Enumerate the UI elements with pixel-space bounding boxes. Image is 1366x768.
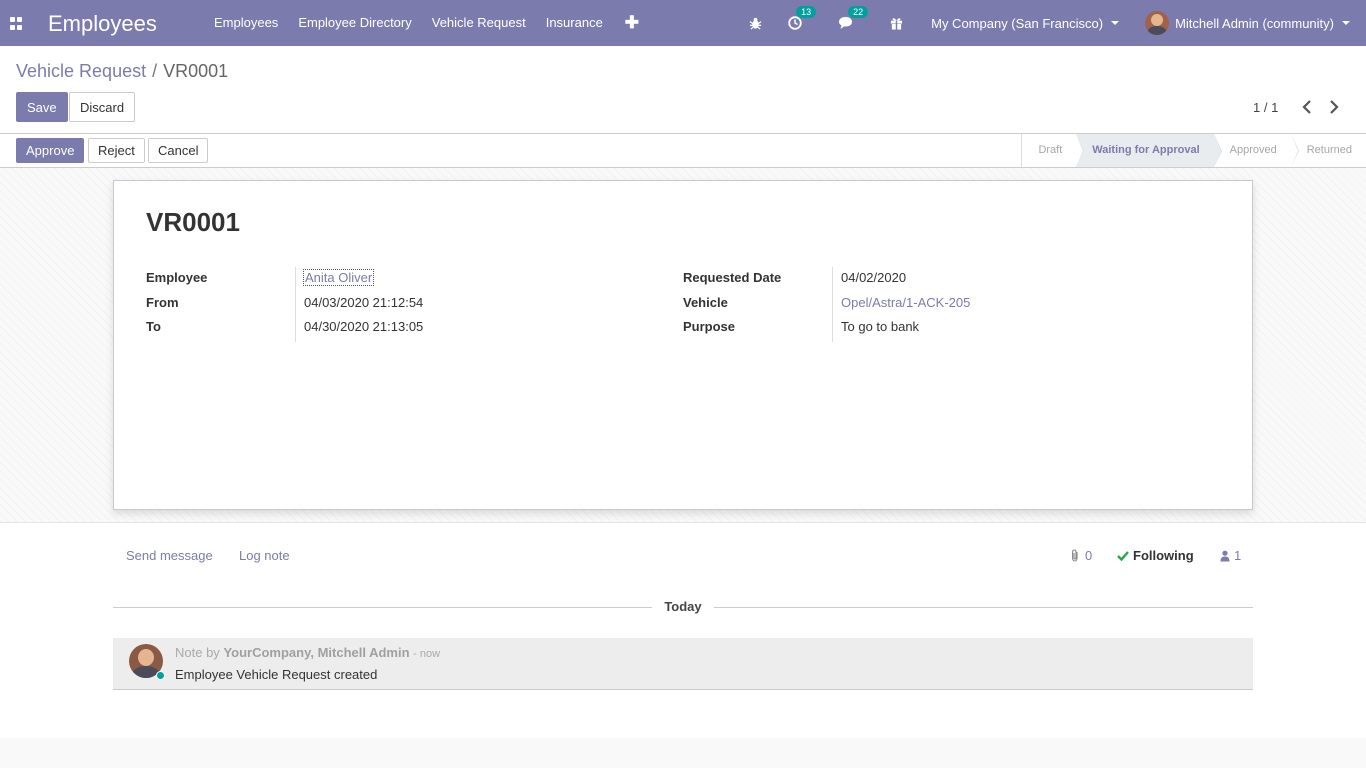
- breadcrumb: Vehicle Request / VR0001: [16, 61, 228, 82]
- cancel-button[interactable]: Cancel: [148, 138, 209, 163]
- apps-grid-icon[interactable]: [10, 17, 23, 30]
- footer-strip: [0, 738, 1366, 768]
- stage-approved[interactable]: Approved: [1214, 134, 1299, 167]
- chatter-message: Note by YourCompany, Mitchell Admin - no…: [113, 638, 1253, 690]
- avatar: [1145, 11, 1170, 35]
- top-navbar: Employees Employees Employee Directory V…: [0, 0, 1366, 46]
- following-label: Following: [1133, 548, 1194, 563]
- plus-icon[interactable]: ✚: [613, 0, 651, 46]
- chevron-right-icon[interactable]: [1327, 98, 1343, 116]
- purpose-field[interactable]: To go to bank: [841, 319, 919, 334]
- reject-button[interactable]: Reject: [88, 138, 145, 163]
- requested-date-label: Requested Date: [683, 270, 782, 285]
- note-prefix: Note by: [175, 645, 220, 660]
- column-divider: [832, 267, 833, 342]
- stage-pipeline: Draft Waiting for Approval Approved Retu…: [1021, 134, 1366, 167]
- message-count-badge: 22: [848, 6, 869, 18]
- company-name: My Company (San Francisco): [931, 15, 1104, 31]
- activity-count-badge: 13: [796, 6, 817, 18]
- user-icon: [1220, 550, 1230, 561]
- stage-waiting-for-approval[interactable]: Waiting for Approval: [1076, 134, 1223, 167]
- bug-icon[interactable]: [739, 17, 772, 30]
- note-timestamp: - now: [413, 648, 441, 660]
- purpose-label: Purpose: [683, 319, 736, 334]
- menu-item-insurance[interactable]: Insurance: [536, 0, 613, 46]
- send-message-button[interactable]: Send message: [126, 548, 213, 563]
- menu-item-vehicle-request[interactable]: Vehicle Request: [422, 0, 536, 46]
- employee-field[interactable]: Anita Oliver: [303, 269, 375, 286]
- column-divider: [295, 267, 296, 342]
- following-button[interactable]: Following: [1117, 548, 1194, 563]
- to-field[interactable]: 04/30/2020 21:13:05: [304, 319, 423, 334]
- attachments-count: 0: [1085, 548, 1093, 563]
- from-field[interactable]: 04/03/2020 21:12:54: [304, 295, 423, 310]
- requested-date-field[interactable]: 04/02/2020: [841, 270, 906, 285]
- menu-item-employees[interactable]: Employees: [204, 0, 288, 46]
- breadcrumb-vehicle-request[interactable]: Vehicle Request: [16, 61, 146, 81]
- user-menu[interactable]: Mitchell Admin (community): [1135, 11, 1366, 35]
- chevron-left-icon[interactable]: [1300, 98, 1316, 116]
- followers-count: 1: [1234, 548, 1242, 563]
- from-label: From: [146, 295, 179, 310]
- to-label: To: [146, 319, 161, 334]
- statusbar: Approve Reject Cancel Draft Waiting for …: [0, 133, 1366, 168]
- chevron-down-icon: [1342, 21, 1350, 25]
- log-note-button[interactable]: Log note: [239, 548, 290, 563]
- stage-returned[interactable]: Returned: [1291, 134, 1366, 167]
- messages-icon[interactable]: 22: [828, 6, 869, 30]
- gift-icon[interactable]: [880, 17, 913, 30]
- menu-item-employee-directory[interactable]: Employee Directory: [288, 0, 421, 46]
- breadcrumb-separator: /: [152, 61, 158, 81]
- check-icon: [1117, 551, 1129, 561]
- record-title: VR0001: [146, 207, 240, 237]
- form-sheet: VR0001 Employee From To Anita Oliver 04/…: [113, 180, 1253, 510]
- employee-link[interactable]: Anita Oliver: [303, 269, 375, 286]
- vehicle-label: Vehicle: [683, 295, 728, 310]
- discard-button[interactable]: Discard: [69, 92, 136, 122]
- approve-button[interactable]: Approve: [16, 138, 85, 163]
- attachments-button[interactable]: 0: [1070, 548, 1092, 563]
- save-button[interactable]: Save: [16, 92, 68, 122]
- pager-value: 1 / 1: [1253, 100, 1279, 115]
- user-name: Mitchell Admin (community): [1175, 15, 1334, 31]
- followers-button[interactable]: 1: [1220, 548, 1241, 563]
- paperclip-icon: [1072, 549, 1078, 562]
- note-author[interactable]: YourCompany, Mitchell Admin: [223, 645, 409, 660]
- vehicle-field[interactable]: Opel/Astra/1-ACK-205: [841, 295, 970, 310]
- date-divider-label: Today: [652, 599, 714, 614]
- chevron-down-icon: [1111, 21, 1120, 25]
- message-body: Employee Vehicle Request created: [175, 667, 378, 682]
- employee-label: Employee: [146, 270, 208, 285]
- app-title: Employees: [48, 11, 157, 36]
- breadcrumb-current: VR0001: [163, 61, 229, 81]
- main-menu: Employees Employee Directory Vehicle Req…: [204, 0, 651, 46]
- activity-clock-icon[interactable]: 13: [778, 6, 817, 30]
- systray: 13 22 My Company (San Francisco) Mitchel…: [739, 0, 1366, 46]
- message-header: Note by YourCompany, Mitchell Admin - no…: [175, 645, 440, 660]
- stage-draft[interactable]: Draft: [1022, 134, 1085, 167]
- online-status-icon: [156, 671, 165, 680]
- company-switcher[interactable]: My Company (San Francisco): [921, 16, 1129, 31]
